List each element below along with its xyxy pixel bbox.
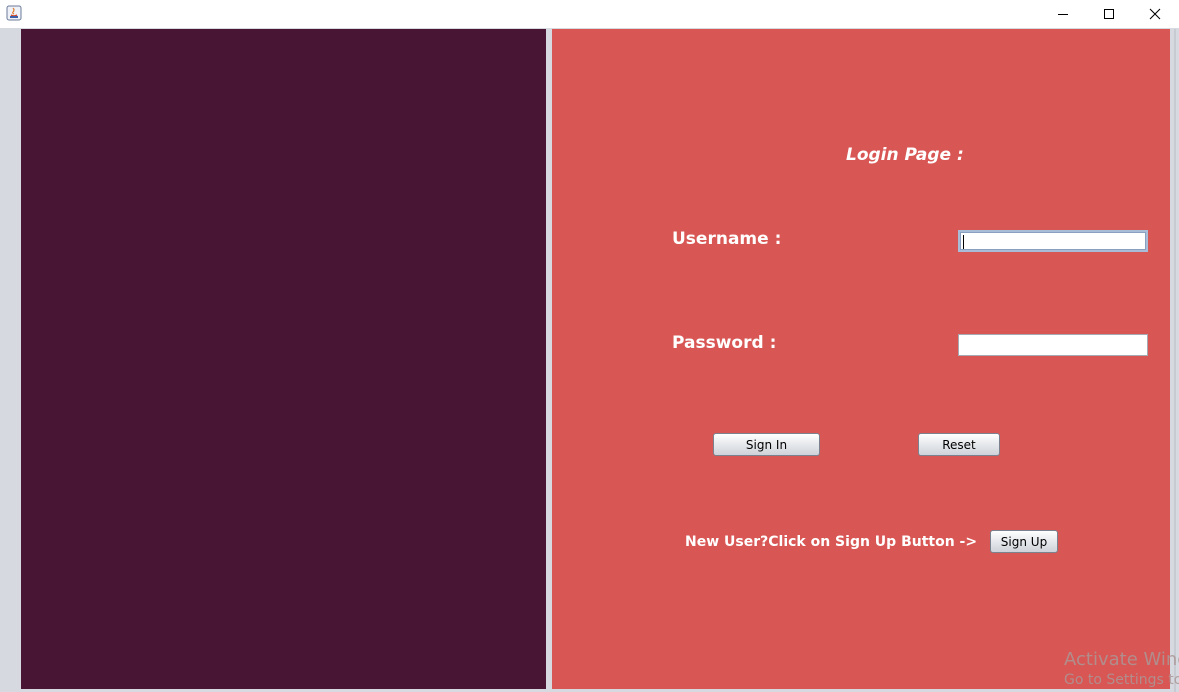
username-label: Username : (672, 229, 782, 249)
title-bar[interactable] (0, 0, 1179, 28)
minimize-button[interactable] (1040, 0, 1086, 28)
reset-button[interactable]: Reset (918, 433, 1000, 456)
login-panel: Login Page : Username : Password : Sign … (552, 29, 1170, 689)
text-caret (963, 235, 964, 249)
password-label: Password : (672, 333, 777, 353)
java-app-icon (6, 5, 22, 21)
close-icon (1149, 8, 1161, 20)
page-title: Login Page : (846, 145, 964, 165)
app-window: Login Page : Username : Password : Sign … (0, 0, 1179, 692)
sign-up-button[interactable]: Sign Up (990, 530, 1058, 553)
minimize-icon (1058, 14, 1068, 15)
window-right-edge (1170, 29, 1179, 692)
left-decorative-panel (21, 29, 546, 689)
username-field[interactable] (958, 230, 1148, 252)
signup-hint: New User?Click on Sign Up Button -> (685, 534, 978, 550)
maximize-button[interactable] (1086, 0, 1132, 28)
password-field[interactable] (958, 334, 1148, 356)
sign-in-button[interactable]: Sign In (713, 433, 820, 456)
maximize-icon (1104, 9, 1114, 19)
edge-bar (1174, 29, 1176, 692)
close-button[interactable] (1132, 0, 1178, 28)
